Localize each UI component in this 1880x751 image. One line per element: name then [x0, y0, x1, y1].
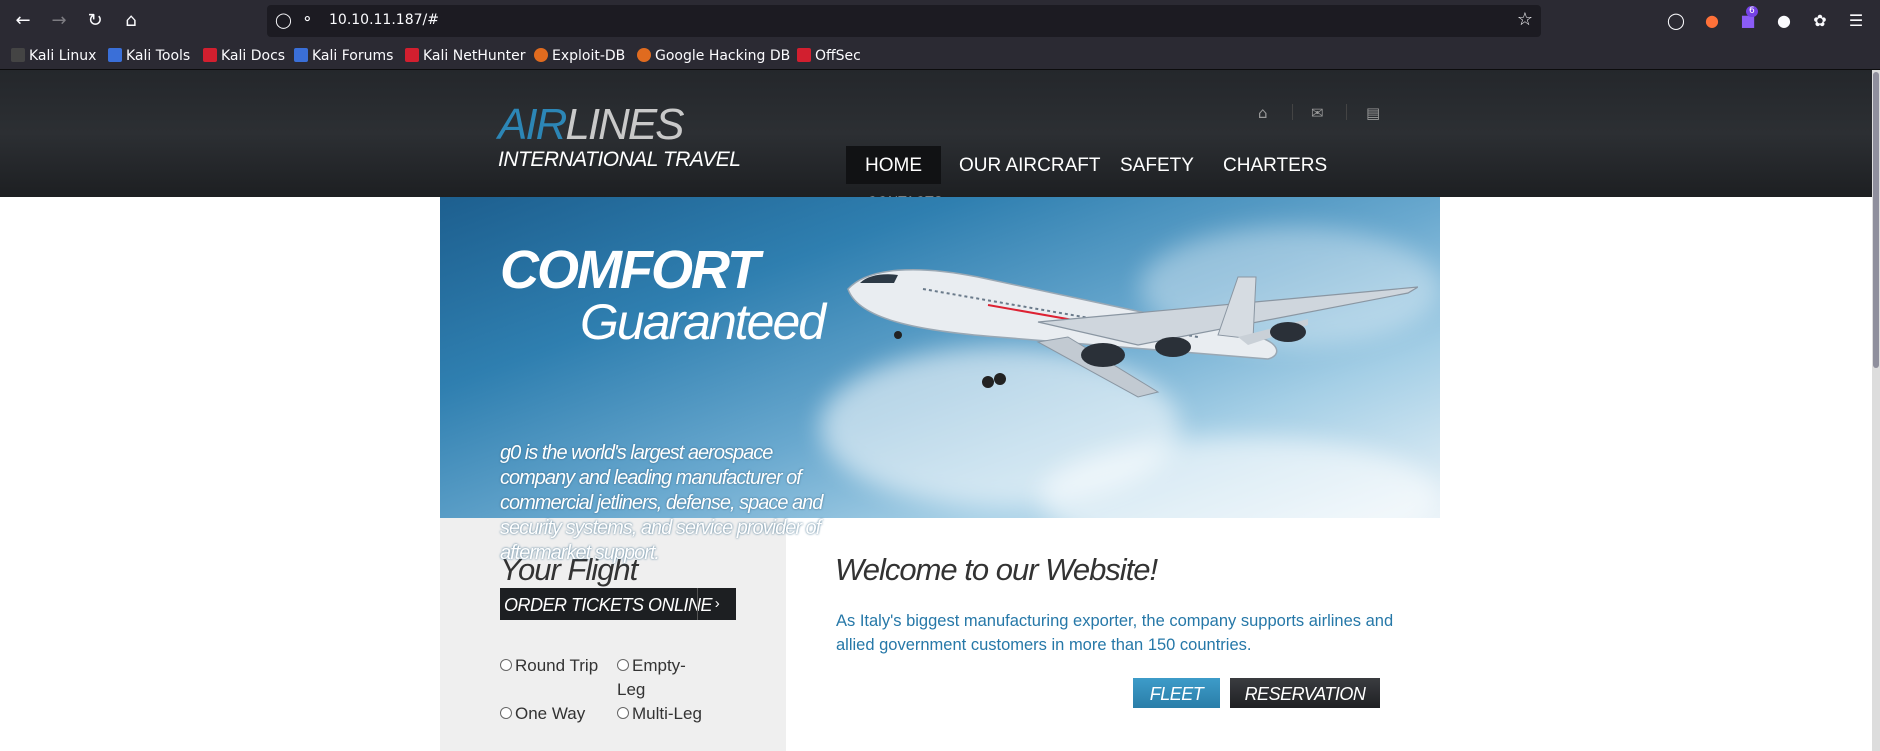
- kali-dragon-icon: [11, 48, 25, 62]
- kali-forums-icon: [294, 48, 308, 62]
- bookmark-kali-linux[interactable]: Kali Linux: [11, 46, 96, 66]
- pocket-icon[interactable]: ◯: [1665, 10, 1687, 32]
- incognito-icon[interactable]: ●: [1773, 10, 1795, 32]
- mail-icon[interactable]: ✉: [1311, 104, 1324, 122]
- header-divider: [1346, 104, 1347, 120]
- nethunter-icon: [405, 48, 419, 62]
- radio-button[interactable]: [500, 659, 512, 671]
- reload-icon[interactable]: ↻: [83, 9, 107, 33]
- nav-our-aircraft[interactable]: OUR AIRCRAFT: [940, 146, 1119, 184]
- bookmark-kali-forums[interactable]: Kali Forums: [294, 46, 393, 66]
- permissions-icon[interactable]: ⚬: [301, 10, 314, 28]
- logo-air: AIR: [498, 100, 567, 149]
- bookmark-kali-tools[interactable]: Kali Tools: [108, 46, 190, 66]
- home-icon[interactable]: ⌂: [1258, 104, 1268, 122]
- bookmark-star-icon[interactable]: ☆: [1517, 9, 1533, 30]
- order-tickets-label: ORDER TICKETS ONLINE: [504, 595, 713, 615]
- extension-badge: 6: [1746, 6, 1758, 17]
- fleet-button[interactable]: FLEET: [1133, 678, 1220, 708]
- menu-hamburger-icon[interactable]: ☰: [1845, 10, 1867, 32]
- site-logo[interactable]: AIRLINES INTERNATIONAL TRAVEL: [498, 100, 741, 171]
- reservation-button[interactable]: RESERVATION: [1230, 678, 1380, 708]
- site-header: AIRLINES INTERNATIONAL TRAVEL ⌂ ✉ ▤ HOME…: [0, 70, 1872, 198]
- order-tickets-button[interactable]: ORDER TICKETS ONLINE ›: [500, 588, 736, 620]
- option-one-way[interactable]: One Way: [500, 702, 610, 726]
- nav-safety[interactable]: SAFETY: [1101, 146, 1213, 184]
- offsec-icon: [797, 48, 811, 62]
- firefox-account-icon[interactable]: ●: [1701, 10, 1723, 32]
- chevron-right-icon: ›: [697, 588, 736, 620]
- forward-arrow-icon[interactable]: →: [47, 9, 71, 33]
- option-round-trip[interactable]: Round Trip: [500, 654, 600, 678]
- hero-title: COMFORT: [500, 240, 760, 300]
- bookmark-kali-nethunter[interactable]: Kali NetHunter: [405, 46, 525, 66]
- option-multi-leg[interactable]: Multi-Leg: [617, 702, 727, 726]
- radio-button[interactable]: [617, 659, 629, 671]
- airplane-image: [847, 268, 1418, 398]
- sitemap-icon[interactable]: ▤: [1366, 104, 1380, 122]
- kali-docs-icon: [203, 48, 217, 62]
- url-bar[interactable]: ◯ ⚬ 10.10.11.187/# ☆: [267, 5, 1541, 37]
- bookmark-offsec[interactable]: OffSec: [797, 46, 861, 66]
- option-empty-leg[interactable]: Empty-Leg: [617, 654, 707, 702]
- nav-home[interactable]: HOME: [846, 146, 941, 184]
- bookmarks-bar: Kali Linux Kali Tools Kali Docs Kali For…: [0, 42, 1880, 70]
- home-icon[interactable]: ⌂: [119, 9, 143, 33]
- logo-subtitle: INTERNATIONAL TRAVEL: [498, 148, 741, 171]
- exploit-db-icon: [534, 48, 548, 62]
- welcome-text: As Italy's biggest manufacturing exporte…: [836, 612, 1394, 654]
- ghdb-icon: [637, 48, 651, 62]
- header-divider: [1292, 104, 1293, 120]
- radio-button[interactable]: [617, 707, 629, 719]
- cookie-icon[interactable]: ✿: [1809, 10, 1831, 32]
- hero-description: g0 is the world's largest aerospace comp…: [500, 442, 823, 564]
- nav-charters[interactable]: CHARTERS: [1204, 146, 1346, 184]
- welcome-title: Welcome to our Website!: [835, 552, 1158, 587]
- bookmark-exploit-db[interactable]: Exploit-DB: [534, 46, 625, 66]
- bookmark-google-hacking-db[interactable]: Google Hacking DB: [637, 46, 790, 66]
- browser-toolbar: ← → ↻ ⌂ ◯ ⚬ 10.10.11.187/# ☆ ◯ ● ■ 6 ● ✿…: [0, 0, 1880, 42]
- logo-lines: LINES: [565, 100, 684, 149]
- shield-icon[interactable]: ◯: [275, 11, 292, 29]
- radio-button[interactable]: [500, 707, 512, 719]
- kali-tools-icon: [108, 48, 122, 62]
- page-scrollbar-thumb[interactable]: [1873, 72, 1879, 368]
- url-text[interactable]: 10.10.11.187/#: [329, 12, 439, 28]
- hero-subtitle: Guaranteed: [580, 294, 826, 350]
- back-arrow-icon[interactable]: ←: [11, 9, 35, 33]
- bookmark-kali-docs[interactable]: Kali Docs: [203, 46, 285, 66]
